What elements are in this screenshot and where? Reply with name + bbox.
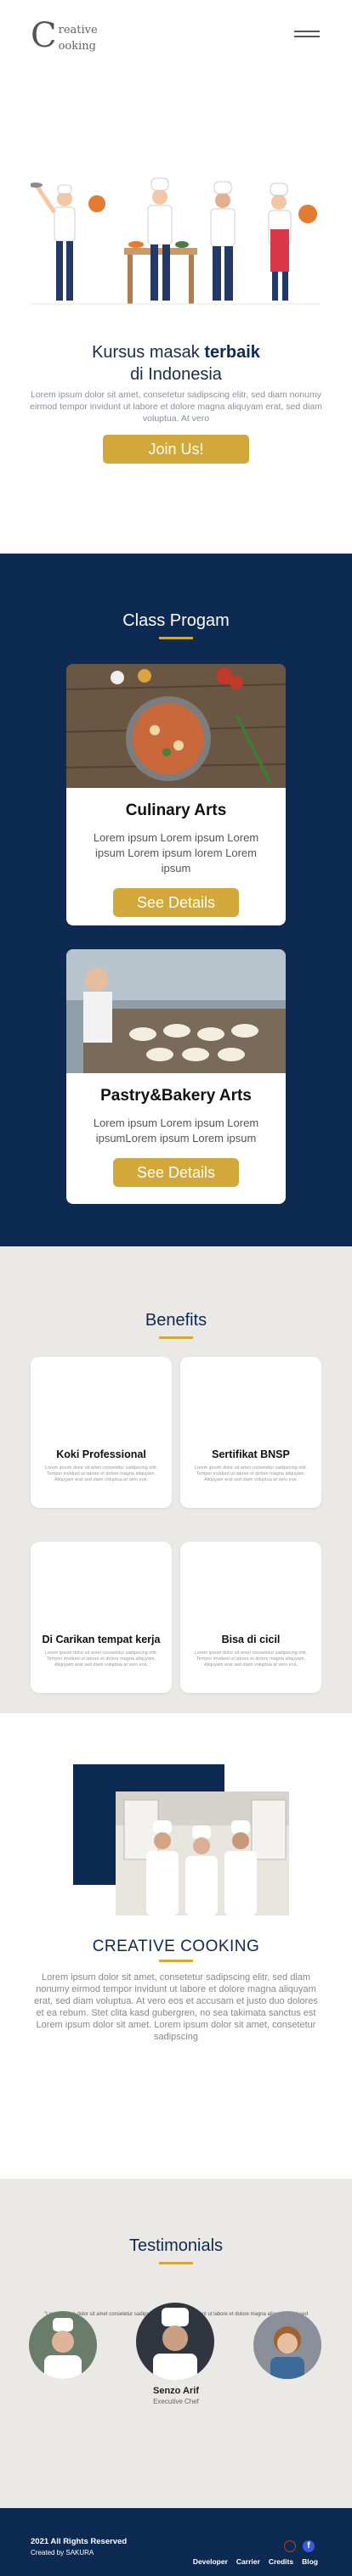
benefit-title: Koki Professional [56,1448,146,1460]
footer-link-carrier[interactable]: Carrier [236,2557,260,2566]
copyright: 2021 All Rights Reserved [31,2537,128,2546]
footer-link-credits[interactable]: Credits [269,2557,293,2566]
testimonial-role: Executive Chef [153,2398,199,2405]
hamburger-icon[interactable] [294,31,320,42]
benefit-card: Koki Professional Lorem ipsum dolor sit … [31,1357,172,1508]
hero-title-highlight: terbaik [204,343,260,362]
facebook-icon[interactable]: f [303,2540,315,2552]
testimonial-name: Senzo Arif [153,2386,199,2396]
benefit-text: Lorem ipsum dolor sit amet consetetur sa… [194,1465,308,1482]
footer-nav: Developer Carrier Credits Blog [193,2557,318,2566]
footer-link-developer[interactable]: Developer [193,2557,228,2566]
testimonials-section: Testimonials "Lorem ipsum dolor sit amet… [0,2179,352,2508]
section-title: Testimonials [128,2236,224,2255]
logo[interactable]: C reative ooking [31,16,98,55]
title-underline [159,637,193,639]
benefit-card: Bisa di cicil Lorem ipsum dolor sit amet… [180,1542,321,1693]
instagram-icon[interactable] [284,2540,296,2552]
avatar[interactable] [253,2311,321,2379]
benefit-title: Di Carikan tempat kerja [42,1634,161,1645]
benefit-text: Lorem ipsum dolor sit amet consetetur sa… [44,1465,158,1482]
logo-letter: C [31,16,57,55]
chefs-illustration [31,177,320,305]
about-description: Lorem ipsum dolor sit amet, consetetur s… [34,1972,318,2042]
title-underline [159,1336,193,1339]
footer-link-blog[interactable]: Blog [302,2557,318,2566]
site-footer: 2021 All Rights Reserved Created by SAKU… [0,2508,352,2576]
class-program-section: Class Progam Culinary Arts Lorem ipsum L… [0,554,352,1246]
class-card: Pastry&Bakery Arts Lorem ipsum Lorem ips… [66,949,286,1204]
title-underline [159,1960,193,1962]
logo-word-2: ooking [58,40,96,53]
avatar[interactable] [29,2311,97,2379]
see-details-button[interactable]: See Details [113,1158,239,1187]
logo-word-1: reative [58,24,98,37]
section-title: Class Progam [122,611,230,630]
page: C reative ooking Kursus masak terbaik di… [0,0,352,2576]
section-title: CREATIVE COOKING [92,1938,260,1955]
avatar-featured[interactable] [136,2303,214,2381]
benefit-card: Di Carikan tempat kerja Lorem ipsum dolo… [31,1542,172,1693]
hero-description: Lorem ipsum dolor sit amet, consetetur s… [30,390,322,424]
class-description: Lorem ipsum Lorem ipsum Lorem ipsumLorem… [93,1116,259,1145]
section-title: Benefits [145,1311,207,1330]
class-description: Lorem ipsum Lorem ipsum Lorem ipsum Lore… [93,831,259,875]
hero-title: Kursus masak terbaik [92,343,260,362]
about-section: CREATIVE COOKING Lorem ipsum dolor sit a… [0,1713,352,2179]
class-card: Culinary Arts Lorem ipsum Lorem ipsum Lo… [66,664,286,925]
chefs-photo [116,1791,289,1915]
site-header: C reative ooking [0,0,352,76]
benefit-title: Bisa di cicil [221,1634,281,1645]
benefit-title: Sertifikat BNSP [212,1448,290,1460]
title-underline [159,2262,193,2264]
class-title: Culinary Arts [125,801,227,819]
join-us-button[interactable]: Join Us! [103,435,249,464]
pastry-image [66,949,286,1073]
class-title: Pastry&Bakery Arts [100,1087,252,1105]
benefit-card: Sertifikat BNSP Lorem ipsum dolor sit am… [180,1357,321,1508]
created-by: Created by SAKURA [31,2549,94,2556]
benefit-text: Lorem ipsum dolor sit amet consetetur sa… [44,1651,158,1668]
benefit-text: Lorem ipsum dolor sit amet consetetur sa… [194,1651,308,1668]
benefits-section: Benefits Koki Professional Lorem ipsum d… [0,1246,352,1713]
culinary-image [66,664,286,788]
see-details-button[interactable]: See Details [113,888,239,917]
hero-subtitle: di Indonesia [130,365,222,384]
